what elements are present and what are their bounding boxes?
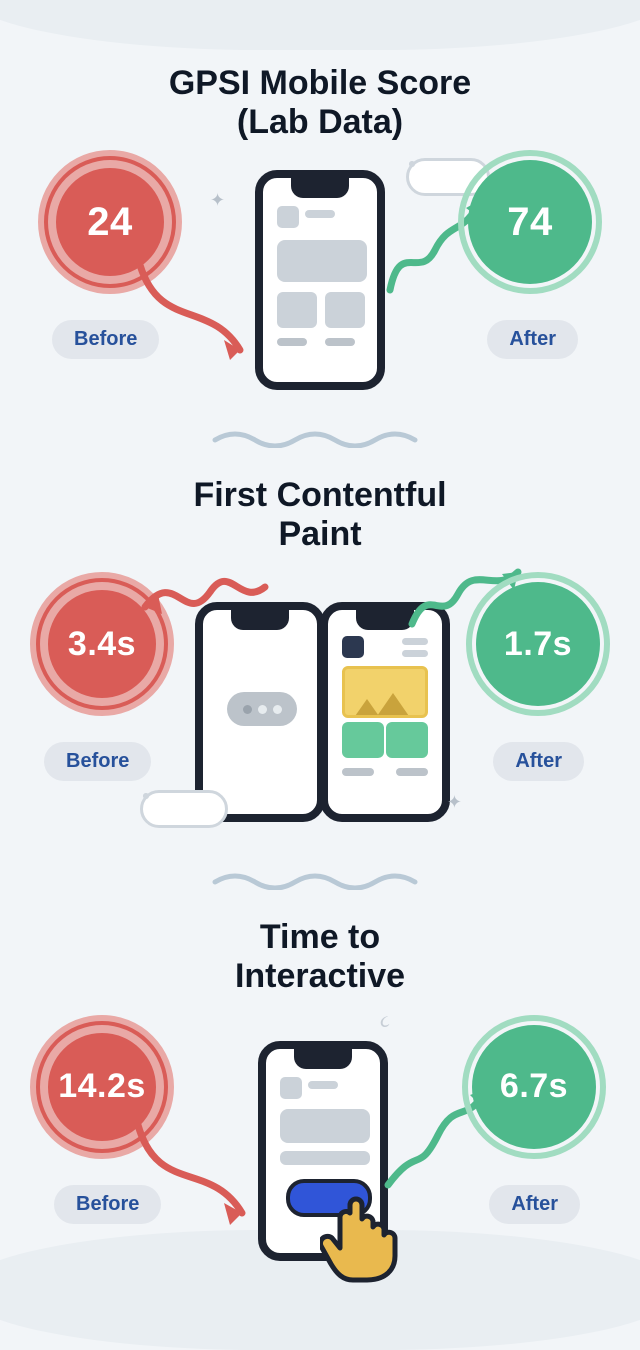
after-label-pill: After <box>489 1185 580 1224</box>
after-score-circle: 6.7s <box>472 1025 596 1149</box>
metric-section-fcp: First ContentfulPaint 3.4s Before <box>0 448 640 890</box>
phone-loading-icon <box>195 602 325 822</box>
metric-section-tti: Time toInteractive 14.2s Before ૮ <box>0 890 640 1294</box>
after-label: After <box>511 1193 558 1215</box>
after-label-pill: After <box>487 320 578 359</box>
after-value: 6.7s <box>500 1067 568 1106</box>
before-value: 24 <box>87 200 133 245</box>
metric-section-gpsi: GPSI Mobile Score (Lab Data) ✦ 24 Before <box>0 0 640 448</box>
phone-icon <box>255 170 385 390</box>
sparkle-icon: ✦ <box>210 190 225 211</box>
sparkle-icon: ✦ <box>447 792 462 813</box>
cloud-icon <box>140 790 228 828</box>
after-score-circle: 1.7s <box>476 582 600 706</box>
after-label-pill: After <box>493 742 584 781</box>
section-title: GPSI Mobile Score (Lab Data) <box>0 64 640 142</box>
arrow-before-icon <box>120 1105 270 1235</box>
section-title: Time toInteractive <box>0 918 640 996</box>
metric-row: ✦ 24 Before <box>0 150 640 420</box>
after-score-circle: 74 <box>468 160 592 284</box>
section-title: First ContentfulPaint <box>0 476 640 554</box>
metric-row: 14.2s Before ૮ <box>0 1005 640 1295</box>
before-value: 3.4s <box>68 625 136 664</box>
sparkle-icon: ૮ <box>380 1011 390 1032</box>
title-text: GPSI Mobile Score (Lab Data) <box>169 64 471 141</box>
after-value: 74 <box>507 200 553 245</box>
title-text: First ContentfulPaint <box>193 476 446 553</box>
after-label: After <box>515 750 562 772</box>
section-divider-icon <box>210 428 430 448</box>
after-label: After <box>509 328 556 350</box>
before-label-pill: Before <box>44 742 151 781</box>
before-value: 14.2s <box>58 1067 146 1106</box>
arrow-before-icon <box>120 240 270 370</box>
after-value: 1.7s <box>504 625 572 664</box>
metric-row: 3.4s Before <box>0 562 640 862</box>
section-divider-icon <box>210 870 430 890</box>
before-label: Before <box>66 750 129 772</box>
title-text: Time toInteractive <box>235 918 405 995</box>
